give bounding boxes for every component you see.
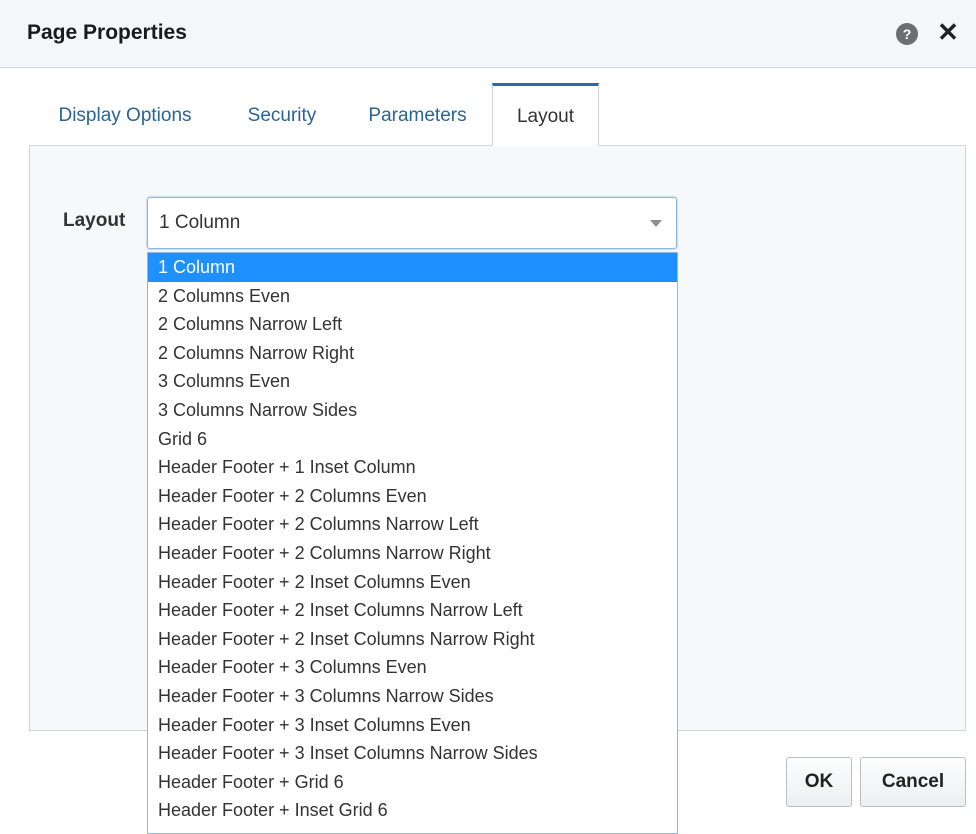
cancel-button[interactable]: Cancel — [860, 757, 966, 807]
tab-layout[interactable]: Layout — [492, 83, 599, 146]
layout-option-1-column[interactable]: 1 Column — [148, 253, 677, 282]
layout-option[interactable]: 2 Columns Narrow Left — [148, 310, 677, 339]
layout-option[interactable]: Header Footer + 2 Columns Narrow Left — [148, 510, 677, 539]
layout-field-label: Layout — [63, 210, 126, 231]
layout-select[interactable]: 1 Column — [147, 197, 677, 249]
layout-option[interactable]: Header Footer + 3 Columns Narrow Sides — [148, 682, 677, 711]
chevron-down-icon[interactable] — [650, 220, 662, 227]
layout-option[interactable]: Header Footer + 2 Inset Columns Even — [148, 568, 677, 597]
help-icon[interactable]: ? — [896, 23, 918, 45]
layout-option[interactable]: Header Footer + 2 Inset Columns Narrow R… — [148, 625, 677, 654]
layout-option[interactable]: Header Footer + Grid 6 — [148, 768, 677, 797]
layout-option[interactable]: Grid 6 — [148, 425, 677, 454]
layout-option[interactable]: Header Footer + 2 Columns Even — [148, 482, 677, 511]
tab-parameters[interactable]: Parameters — [346, 83, 489, 145]
layout-option[interactable]: 3 Columns Narrow Sides — [148, 396, 677, 425]
layout-option[interactable]: Header Footer + 2 Columns Narrow Right — [148, 539, 677, 568]
layout-option[interactable]: 2 Columns Even — [148, 282, 677, 311]
dialog-title-bar: Page Properties ? ✕ — [0, 0, 976, 68]
layout-option[interactable]: Header Footer + 3 Inset Columns Even — [148, 711, 677, 740]
layout-select-value: 1 Column — [159, 212, 241, 233]
layout-option[interactable]: Header Footer + 3 Columns Even — [148, 653, 677, 682]
dialog-title: Page Properties — [27, 21, 187, 44]
tab-bar: Display Options Security Parameters Layo… — [29, 83, 969, 146]
layout-dropdown-list: 1 Column 2 Columns Even 2 Columns Narrow… — [147, 252, 678, 834]
layout-option[interactable]: Header Footer + 1 Inset Column — [148, 453, 677, 482]
ok-button[interactable]: OK — [786, 757, 852, 807]
tab-display-options[interactable]: Display Options — [29, 83, 221, 145]
layout-option[interactable]: 2 Columns Narrow Right — [148, 339, 677, 368]
page-properties-dialog: Page Properties ? ✕ Display Options Secu… — [0, 0, 976, 834]
layout-option[interactable]: Header Footer + 2 Inset Columns Narrow L… — [148, 596, 677, 625]
tab-security[interactable]: Security — [230, 83, 334, 145]
close-icon[interactable]: ✕ — [935, 17, 961, 47]
layout-option[interactable]: 3 Columns Even — [148, 367, 677, 396]
layout-option[interactable]: Header Footer + 3 Inset Columns Narrow S… — [148, 739, 677, 768]
layout-option[interactable]: Header Footer + Inset Grid 6 — [148, 796, 677, 825]
